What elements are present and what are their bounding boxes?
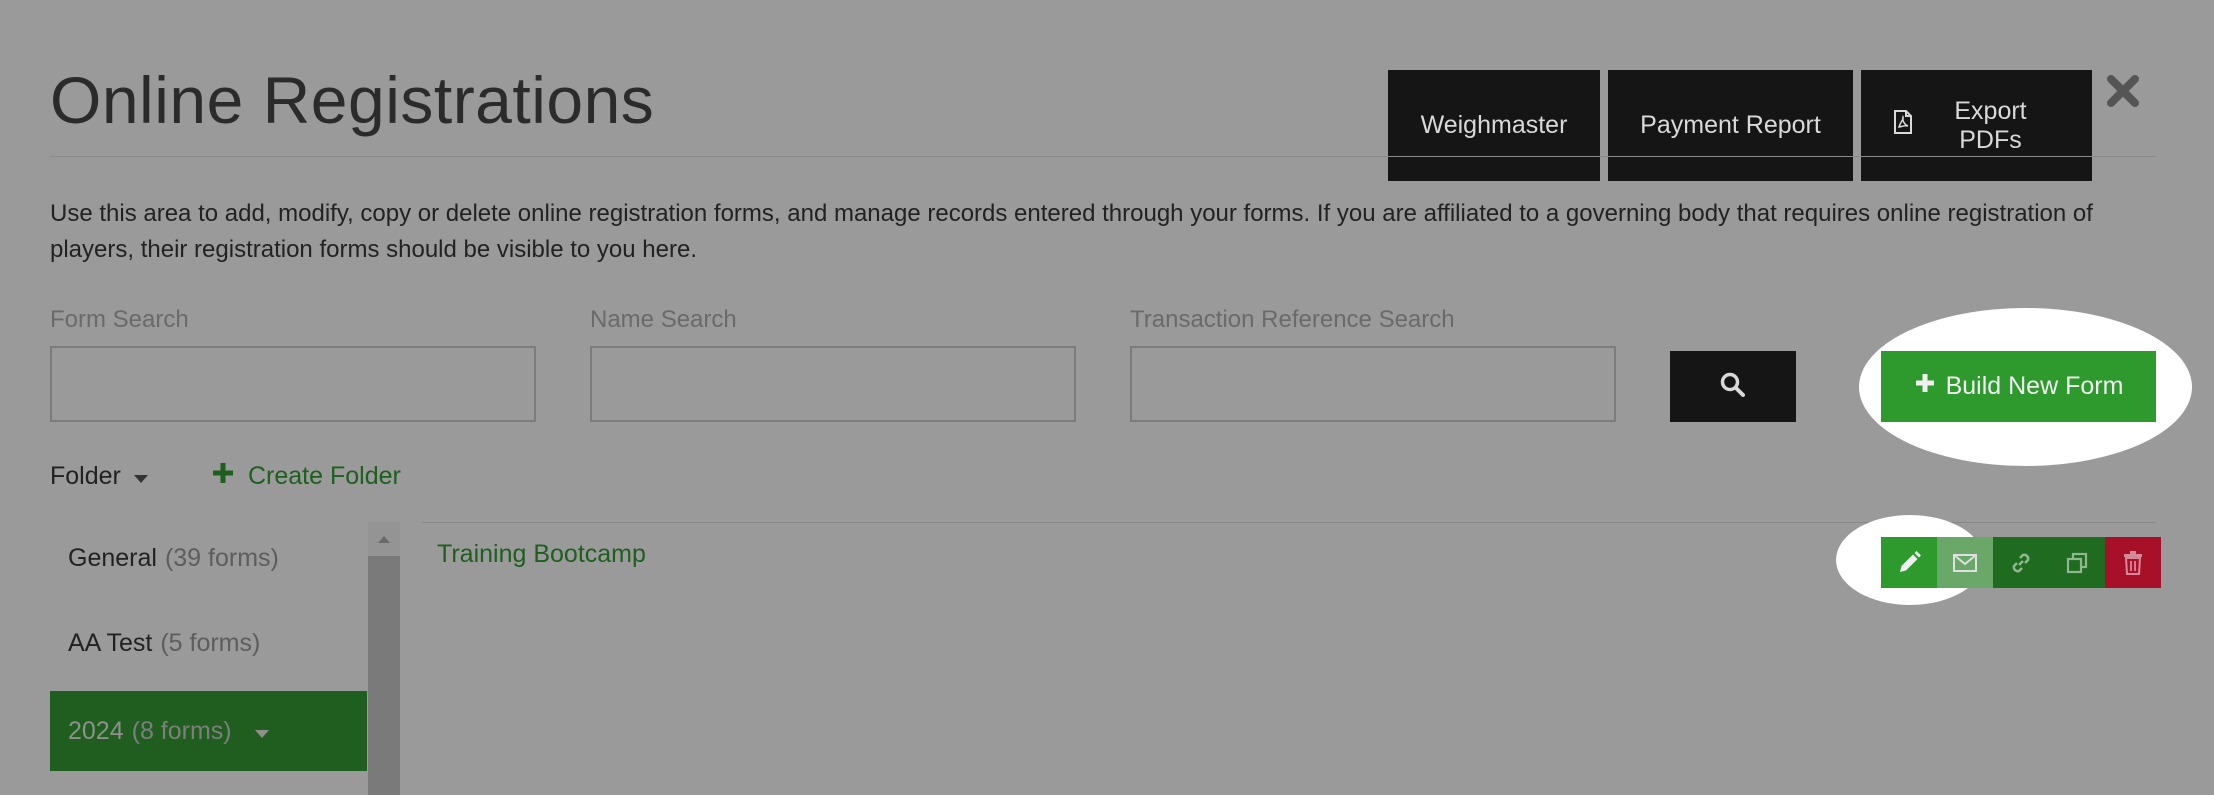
copy-icon[interactable] <box>2049 537 2105 588</box>
create-folder-link[interactable]: Create Folder <box>212 462 401 491</box>
online-registrations-page: Online Registrations Weighmaster Payment… <box>0 0 2214 795</box>
folder-count: (5 forms) <box>160 628 261 657</box>
search-icon <box>1719 371 1747 402</box>
edit-icon[interactable] <box>1881 537 1937 588</box>
scrollbar-thumb[interactable] <box>368 556 400 795</box>
transaction-search-label: Transaction Reference Search <box>1130 306 1455 333</box>
form-row-actions <box>1881 537 2161 588</box>
search-button[interactable] <box>1670 351 1796 422</box>
weighmaster-button[interactable]: Weighmaster <box>1388 70 1600 181</box>
folder-name: AA Test <box>68 628 153 657</box>
form-search-input[interactable] <box>50 346 536 422</box>
page-description: Use this area to add, modify, copy or de… <box>50 200 2093 263</box>
create-folder-label: Create Folder <box>248 462 401 490</box>
header-divider <box>50 156 2156 157</box>
export-pdfs-label: Export PDFs <box>1954 96 2027 154</box>
folder-count: (39 forms) <box>164 543 279 572</box>
form-search-label: Form Search <box>50 306 189 333</box>
folder-name: 2024 <box>68 716 124 745</box>
folder-item-2024[interactable]: 2024 (8 forms) <box>50 691 367 771</box>
caret-down-icon <box>133 462 149 491</box>
build-new-form-button[interactable]: Build New Form <box>1881 351 2156 422</box>
caret-down-icon[interactable] <box>254 717 270 746</box>
folder-label: Folder <box>50 462 121 490</box>
folder-name: General <box>68 543 157 572</box>
folder-item-aa-test[interactable]: AA Test (5 forms) <box>50 603 367 683</box>
delete-icon[interactable] <box>2105 537 2161 588</box>
top-actions: Weighmaster Payment Report Export PDFs <box>1388 70 2092 181</box>
name-search-input[interactable] <box>590 346 1076 422</box>
export-pdfs-button[interactable]: Export PDFs <box>1861 70 2092 181</box>
folder-dropdown[interactable]: Folder <box>50 462 149 491</box>
email-icon[interactable] <box>1937 537 1993 588</box>
folder-count: (8 forms) <box>131 716 232 745</box>
scroll-up-icon[interactable] <box>368 522 400 556</box>
transaction-search-input[interactable] <box>1130 346 1616 422</box>
form-link-training-bootcamp[interactable]: Training Bootcamp <box>437 540 646 569</box>
link-icon[interactable] <box>1993 537 2049 588</box>
folder-item-general[interactable]: General (39 forms) <box>50 518 367 598</box>
pdf-file-icon <box>1893 110 1913 141</box>
close-icon[interactable] <box>2102 70 2144 112</box>
payment-report-button[interactable]: Payment Report <box>1608 70 1853 181</box>
plus-icon <box>1914 372 1936 401</box>
build-new-form-label: Build New Form <box>1945 372 2124 400</box>
name-search-label: Name Search <box>590 306 737 333</box>
plus-icon <box>212 462 234 491</box>
page-title: Online Registrations <box>50 63 655 137</box>
